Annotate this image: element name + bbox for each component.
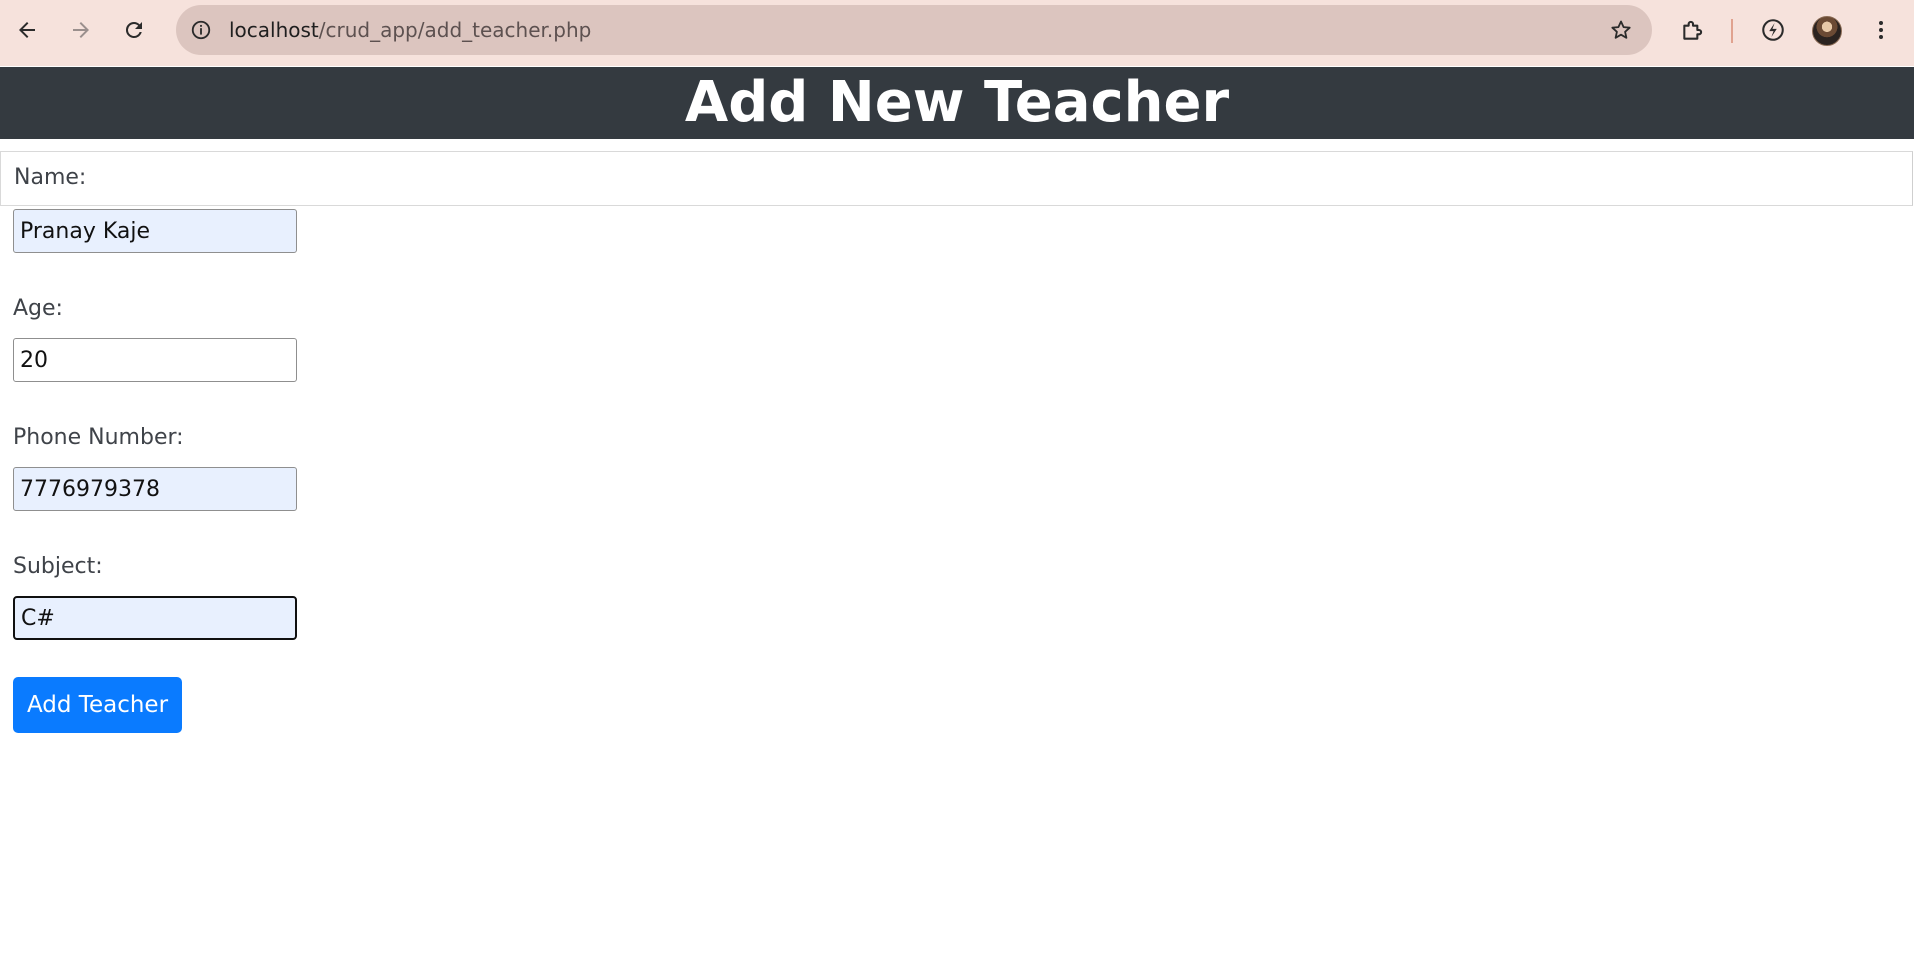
age-field[interactable] [13, 338, 297, 382]
subject-label: Subject: [13, 554, 103, 579]
arrow-right-icon [73, 22, 89, 38]
phone-field[interactable] [13, 467, 297, 511]
browser-toolbar: localhost/crud_app/add_teacher.php [0, 0, 1914, 66]
phone-label: Phone Number: [13, 425, 184, 450]
page-title: Add New Teacher [684, 70, 1230, 135]
browser-menu-button[interactable] [1864, 13, 1898, 47]
toolbar-divider [1731, 19, 1733, 43]
name-label: Name: [14, 165, 87, 190]
info-icon [191, 20, 211, 40]
url-text[interactable]: localhost/crud_app/add_teacher.php [229, 5, 591, 55]
url-path: /crud_app/add_teacher.php [318, 18, 592, 42]
star-icon [1611, 20, 1631, 39]
name-field[interactable] [13, 209, 297, 253]
reload-icon [125, 21, 142, 38]
bookmark-button[interactable] [1606, 15, 1636, 45]
forward-button[interactable] [63, 12, 99, 48]
extensions-button[interactable] [1676, 13, 1710, 47]
site-info-button[interactable] [186, 15, 216, 45]
subject-field[interactable] [13, 596, 297, 640]
performance-button[interactable] [1756, 13, 1790, 47]
avatar[interactable] [1812, 16, 1842, 46]
url-host: localhost [229, 18, 319, 42]
page-header: Add New Teacher [0, 67, 1914, 139]
address-bar[interactable]: localhost/crud_app/add_teacher.php [176, 5, 1652, 55]
name-label-row: Name: [0, 151, 1913, 206]
reload-button[interactable] [116, 12, 152, 48]
back-button[interactable] [9, 12, 45, 48]
puzzle-icon [1683, 20, 1703, 40]
leaf-icon [1762, 19, 1784, 41]
age-label: Age: [13, 296, 63, 321]
arrow-left-icon [19, 22, 35, 38]
add-teacher-button[interactable]: Add Teacher [13, 677, 182, 733]
kebab-menu-icon [1879, 21, 1883, 39]
